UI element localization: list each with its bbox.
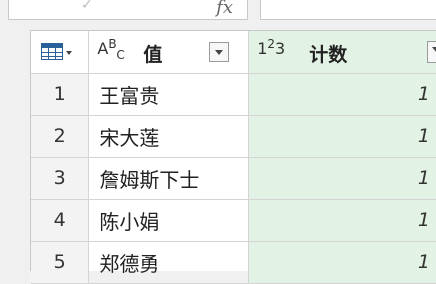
cell-count[interactable]: 1 (248, 157, 436, 200)
formula-bar[interactable]: ✓ fx (8, 0, 248, 20)
cell-count[interactable]: 1 (248, 115, 436, 158)
header-row: ABC 值 123 计数 (31, 31, 436, 74)
funnel-filter-icon (432, 47, 436, 52)
table-grid-icon[interactable] (41, 43, 63, 60)
chevron-down-icon (215, 50, 224, 55)
row-index: 5 (31, 241, 90, 284)
table-row[interactable]: 3 詹姆斯下士 1 (31, 157, 436, 200)
cell-name[interactable]: 詹姆斯下士 (88, 157, 250, 200)
cell-name[interactable]: 宋大莲 (88, 115, 250, 158)
table-row[interactable]: 4 陈小娟 1 (31, 199, 436, 242)
cell-name[interactable]: 王富贵 (88, 73, 250, 116)
column-title: 值 (143, 44, 163, 66)
cell-count[interactable]: 1 (248, 241, 436, 284)
table-row[interactable]: 2 宋大莲 1 (31, 115, 436, 158)
table-corner-menu[interactable] (31, 31, 90, 74)
abc-type-icon[interactable]: ABC (97, 37, 124, 62)
commit-icon[interactable]: ✓ (81, 0, 93, 13)
row-index: 4 (31, 199, 90, 242)
cell-name[interactable]: 陈小娟 (88, 199, 250, 242)
data-grid: ABC 值 123 计数 1 王富贵 1 2 宋大莲 1 3 詹姆斯下士 1 4… (30, 30, 436, 284)
formula-input[interactable] (260, 0, 436, 20)
column-title: 计数 (309, 44, 348, 66)
filter-dropdown-button[interactable] (209, 42, 230, 62)
filter-dropdown-button[interactable] (427, 41, 436, 63)
formula-bar-area: ✓ fx (0, 0, 436, 26)
column-header-count[interactable]: 123 计数 (248, 31, 436, 74)
data-table: ABC 值 123 计数 1 王富贵 1 2 宋大莲 1 3 詹姆斯下士 1 4… (31, 31, 436, 284)
table-row[interactable]: 1 王富贵 1 (31, 73, 436, 116)
fx-icon[interactable]: fx (216, 0, 233, 18)
cell-name[interactable]: 郑德勇 (88, 241, 250, 284)
row-index: 2 (31, 115, 90, 158)
table-row[interactable]: 5 郑德勇 1 (31, 241, 436, 284)
column-header-name[interactable]: ABC 值 (88, 31, 250, 74)
cell-count[interactable]: 1 (248, 199, 436, 242)
123-type-icon[interactable]: 123 (257, 37, 285, 58)
row-index: 3 (31, 157, 90, 200)
row-index: 1 (31, 73, 90, 116)
chevron-down-icon[interactable] (66, 51, 72, 55)
cell-count[interactable]: 1 (248, 73, 436, 116)
